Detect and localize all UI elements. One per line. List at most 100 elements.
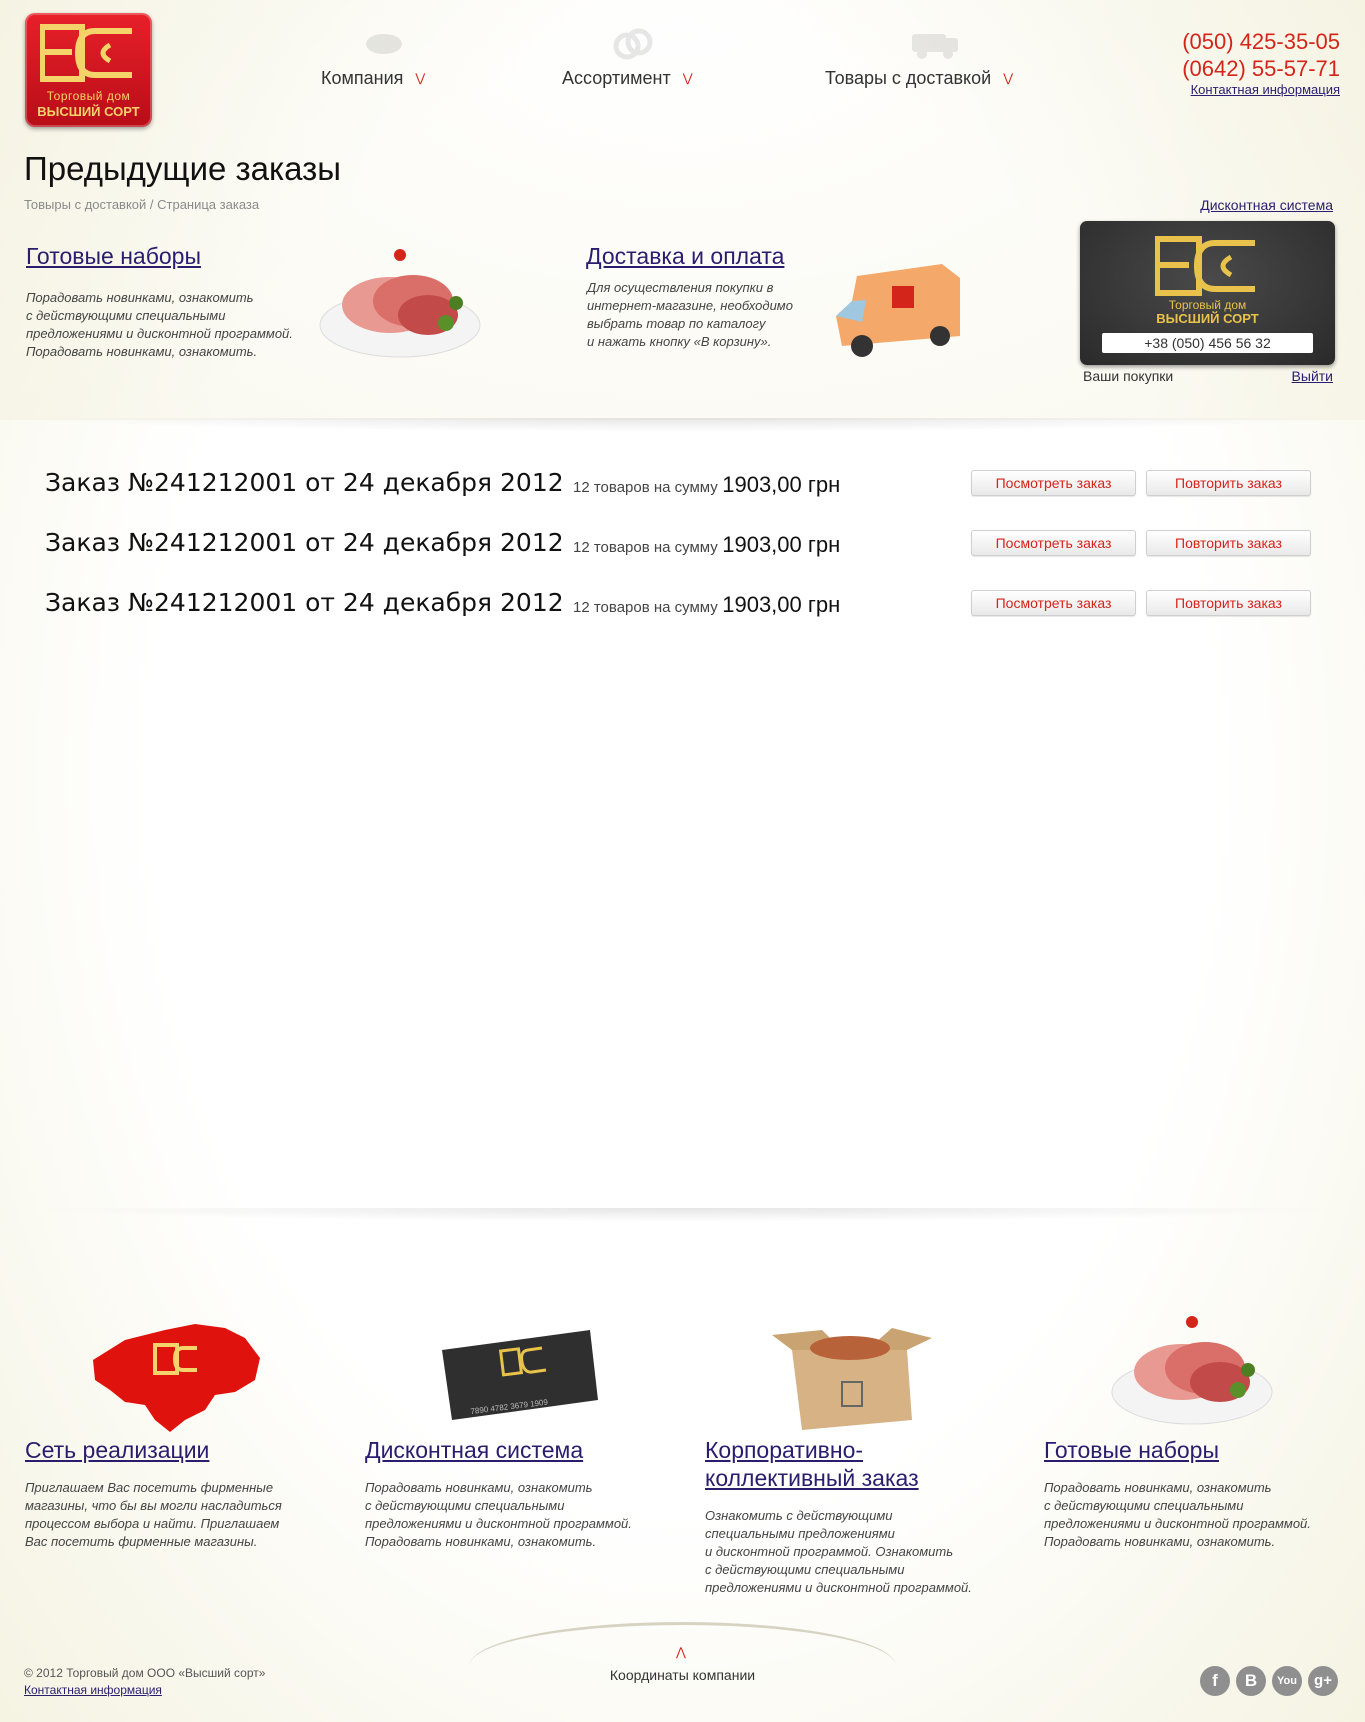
view-order-button[interactable]: Посмотреть заказ xyxy=(971,590,1136,616)
order-title: Заказ №241212001 от 24 декабря 2012 xyxy=(45,468,564,497)
feature-ready-sets-title[interactable]: Готовые наборы xyxy=(1044,1436,1219,1464)
card-phone: +38 (050) 456 56 32 xyxy=(1102,333,1313,353)
feature-corporate-text: Ознакомить с действующими специальными п… xyxy=(705,1507,972,1597)
feature-ready-sets-text: Порадовать новинками, ознакомить с дейст… xyxy=(1044,1479,1311,1551)
promo-text-line: предложениями и дисконтной программой. xyxy=(26,326,293,341)
promo-text-line: с действующими специальными xyxy=(26,308,226,323)
promo-text-line: Порадовать новинками, ознакомить xyxy=(26,290,254,305)
order-meta: 12 товаров на сумму 1903,00 грн xyxy=(573,472,840,498)
feature-text-line: Порадовать новинками, ознакомить xyxy=(1044,1480,1272,1495)
chevron-down-icon: ⋁ xyxy=(682,71,693,85)
repeat-order-button[interactable]: Повторить заказ xyxy=(1146,530,1311,556)
your-purchases-label[interactable]: Ваши покупки xyxy=(1083,368,1173,384)
order-count: 12 товаров на сумму xyxy=(573,539,718,556)
feature-text-line: и дисконтной программой. Ознакомить xyxy=(705,1544,954,1559)
order-title: Заказ №241212001 от 24 декабря 2012 xyxy=(45,528,564,557)
copyright: © 2012 Торговый дом ООО «Высший сорт» xyxy=(24,1666,266,1680)
brand-line2: ВЫСШИЙ СОРТ xyxy=(37,104,140,119)
delivery-van-image xyxy=(836,264,960,357)
repeat-order-button[interactable]: Повторить заказ xyxy=(1146,470,1311,496)
order-sum: 1903,00 грн xyxy=(722,592,841,617)
feature-text-line: Порадовать новинками, ознакомить. xyxy=(365,1534,597,1549)
feature-text-line: предложениями и дисконтной программой. xyxy=(1044,1516,1311,1531)
brand-logo[interactable]: Торговый дом ВЫСШИЙ СОРТ xyxy=(25,13,152,127)
card-line2: ВЫСШИЙ СОРТ xyxy=(1156,311,1259,326)
youtube-icon[interactable]: You xyxy=(1272,1666,1302,1696)
meat-platter-image xyxy=(319,249,481,358)
meat-platter-image xyxy=(1111,1316,1273,1425)
feature-text-line: с действующими специальными xyxy=(1044,1498,1244,1513)
contact-info-link[interactable]: Контактная информация xyxy=(1191,82,1340,97)
promo-delivery-text: Для осуществления покупки в интернет-маг… xyxy=(587,279,793,351)
view-order-button[interactable]: Посмотреть заказ xyxy=(971,530,1136,556)
sausage-icon xyxy=(366,34,402,54)
chevron-down-icon: ⋁ xyxy=(415,71,426,85)
feature-text-line: предложениями и дисконтной программой. xyxy=(365,1516,632,1531)
footer-contact-link[interactable]: Контактная информация xyxy=(24,1683,162,1697)
discount-card-image: 7890 4782 3679 1909 xyxy=(442,1330,598,1420)
feature-text-line: с действующими специальными xyxy=(365,1498,565,1513)
rings-icon xyxy=(613,28,653,60)
feature-text-line: с действующими специальными xyxy=(705,1562,905,1577)
header-contacts: (050) 425-35-05 (0642) 55-57-71 Контактн… xyxy=(1182,28,1340,97)
promo-ready-sets-text: Порадовать новинками, ознакомить с дейст… xyxy=(26,289,293,361)
promo-text-line: выбрать товар по каталогу xyxy=(587,316,766,331)
repeat-order-button[interactable]: Повторить заказ xyxy=(1146,590,1311,616)
promo-text-line: интернет-магазине, необходимо xyxy=(587,298,793,313)
divider xyxy=(20,418,1345,432)
feature-text-line: Ознакомить с действующими xyxy=(705,1508,893,1523)
view-order-button[interactable]: Посмотреть заказ xyxy=(971,470,1136,496)
monogram-icon xyxy=(1155,236,1255,296)
feature-text-line: Приглашаем Вас посетить фирменные xyxy=(25,1480,274,1495)
feature-text-line: специальными предложениями xyxy=(705,1526,895,1541)
vkontakte-icon[interactable]: B xyxy=(1236,1666,1266,1696)
page-title: Предыдущие заказы xyxy=(24,150,342,187)
feature-text-line: процессом выбора и найти. Приглашаем xyxy=(25,1516,280,1531)
feature-discount-text: Порадовать новинками, ознакомить с дейст… xyxy=(365,1479,632,1551)
feature-text-line: Вас посетить фирменные магазины. xyxy=(25,1534,258,1549)
nav-assortment[interactable]: Ассортимент ⋁ xyxy=(562,68,693,89)
gift-box-image xyxy=(772,1328,932,1430)
card-line1: Торговый дом xyxy=(1168,298,1247,312)
feature-text-line: магазины, что бы вы могли насладиться xyxy=(25,1498,282,1513)
logout-link[interactable]: Выйти xyxy=(1292,368,1333,384)
promo-text-line: Для осуществления покупки в xyxy=(587,280,774,295)
brand-line1: Торговый дом xyxy=(46,89,131,103)
feature-sales-network-title[interactable]: Сеть реализации xyxy=(25,1436,209,1464)
order-meta: 12 товаров на сумму 1903,00 грн xyxy=(573,592,840,618)
nav-delivery-goods-label: Товары с доставкой xyxy=(825,68,992,88)
order-meta: 12 товаров на сумму 1903,00 грн xyxy=(573,532,840,558)
promo-ready-sets-title[interactable]: Готовые наборы xyxy=(26,243,201,270)
order-title: Заказ №241212001 от 24 декабря 2012 xyxy=(45,588,564,617)
page: Торговый дом ВЫСШИЙ СОРТ Компания ⋁ Ассор… xyxy=(0,0,1365,1722)
nav-company[interactable]: Компания ⋁ xyxy=(321,68,425,89)
nav-delivery-goods[interactable]: Товары с доставкой ⋁ xyxy=(825,68,1013,89)
facebook-icon[interactable]: f xyxy=(1200,1666,1230,1696)
feature-corporate-title[interactable]: Корпоративно- коллективный заказ xyxy=(705,1436,919,1492)
chevron-down-icon: ⋁ xyxy=(1003,71,1014,85)
google-plus-icon[interactable]: g+ xyxy=(1308,1666,1338,1696)
divider xyxy=(20,1208,1345,1222)
nav-company-label: Компания xyxy=(321,68,404,88)
promo-text-line: Порадовать новинками, ознакомить. xyxy=(26,344,258,359)
order-count: 12 товаров на сумму xyxy=(573,599,718,616)
discount-system-link[interactable]: Дисконтная система xyxy=(1200,197,1333,213)
chevron-up-icon[interactable]: ⋀ xyxy=(676,1645,686,1659)
breadcrumb[interactable]: Товыры с доставкой / Страница заказа xyxy=(24,197,259,212)
phone-2: (0642) 55-57-71 xyxy=(1182,56,1340,81)
feature-text-line: Порадовать новинками, ознакомить. xyxy=(1044,1534,1276,1549)
phone-1: (050) 425-35-05 xyxy=(1182,29,1340,54)
feature-text-line: предложениями и дисконтной программой. xyxy=(705,1580,972,1595)
promo-delivery-title[interactable]: Доставка и оплата xyxy=(586,243,784,270)
feature-corporate-title-line2[interactable]: коллективный заказ xyxy=(705,1465,919,1491)
order-row: Заказ №241212001 от 24 декабря 2012 12 т… xyxy=(45,528,1335,564)
feature-corporate-title-line1[interactable]: Корпоративно- xyxy=(705,1437,863,1463)
promo-text-line: и нажать кнопку «В корзину». xyxy=(587,334,772,349)
order-row: Заказ №241212001 от 24 декабря 2012 12 т… xyxy=(45,468,1335,504)
monogram-icon xyxy=(40,24,132,82)
feature-discount-title[interactable]: Дисконтная система xyxy=(365,1436,583,1464)
company-coordinates-link[interactable]: Координаты компании xyxy=(590,1667,775,1683)
order-sum: 1903,00 грн xyxy=(722,472,841,497)
nav-assortment-label: Ассортимент xyxy=(562,68,671,88)
order-sum: 1903,00 грн xyxy=(722,532,841,557)
